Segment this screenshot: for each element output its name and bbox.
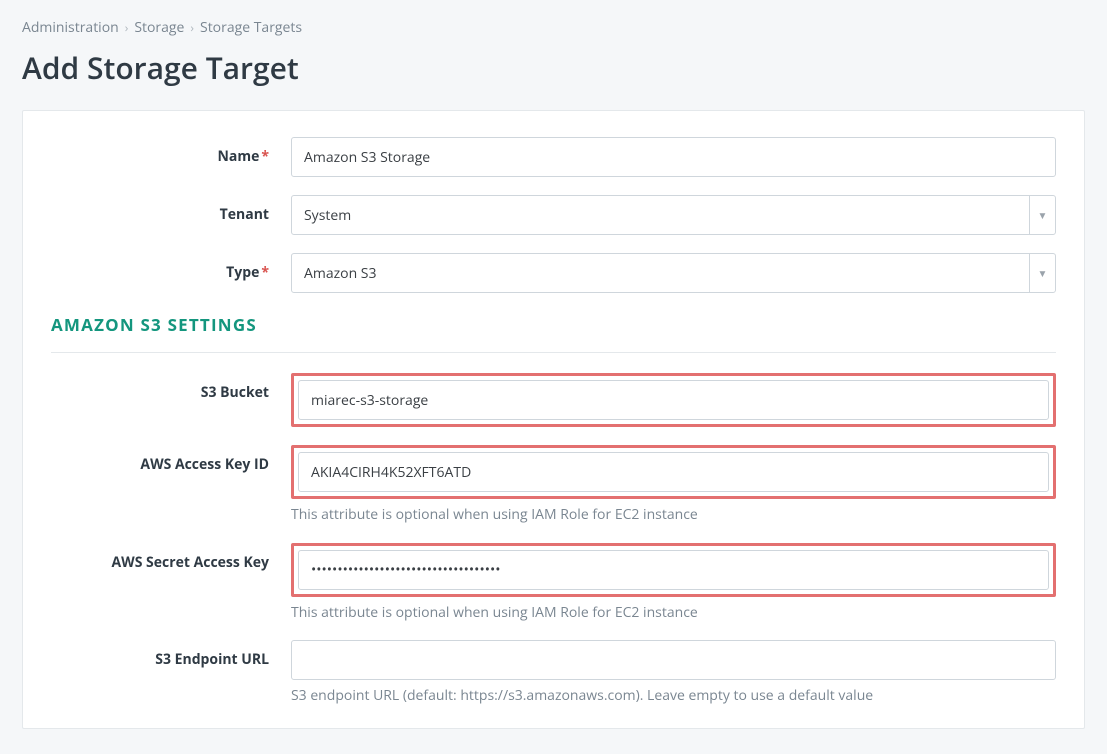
breadcrumb-administration[interactable]: Administration [22, 18, 119, 37]
access-key-input[interactable] [298, 452, 1049, 492]
page-title: Add Storage Target [22, 47, 1085, 88]
type-label: Type* [51, 253, 291, 282]
required-marker: * [261, 263, 269, 282]
highlight-box-bucket [291, 373, 1056, 427]
secret-key-help: This attribute is optional when using IA… [291, 603, 1056, 623]
highlight-box-access-key [291, 445, 1056, 499]
name-label: Name* [51, 137, 291, 166]
tenant-label: Tenant [51, 195, 291, 224]
breadcrumb-storage[interactable]: Storage [134, 18, 184, 37]
section-divider [51, 352, 1056, 353]
secret-key-input[interactable] [298, 550, 1049, 590]
breadcrumb-storage-targets[interactable]: Storage Targets [200, 18, 302, 37]
tenant-select-value: System [304, 206, 351, 225]
type-select-value: Amazon S3 [304, 264, 376, 283]
endpoint-input[interactable] [291, 640, 1056, 680]
chevron-right-icon: › [190, 19, 194, 36]
tenant-select[interactable]: System ▼ [291, 195, 1056, 235]
access-key-help: This attribute is optional when using IA… [291, 505, 1056, 525]
name-input[interactable] [291, 137, 1056, 177]
endpoint-label: S3 Endpoint URL [51, 640, 291, 669]
endpoint-help: S3 endpoint URL (default: https://s3.ama… [291, 686, 1056, 706]
access-key-label: AWS Access Key ID [51, 445, 291, 474]
s3-bucket-input[interactable] [298, 380, 1049, 420]
secret-key-label: AWS Secret Access Key [51, 543, 291, 572]
chevron-right-icon: › [125, 19, 129, 36]
chevron-down-icon: ▼ [1029, 196, 1055, 234]
s3-bucket-label: S3 Bucket [51, 373, 291, 402]
required-marker: * [261, 147, 269, 166]
type-select[interactable]: Amazon S3 ▼ [291, 253, 1056, 293]
form-panel: Name* Tenant System ▼ T [22, 110, 1085, 729]
section-header-s3: AMAZON S3 SETTINGS [51, 313, 1056, 346]
chevron-down-icon: ▼ [1029, 254, 1055, 292]
breadcrumb: Administration › Storage › Storage Targe… [22, 18, 1085, 37]
highlight-box-secret [291, 543, 1056, 597]
